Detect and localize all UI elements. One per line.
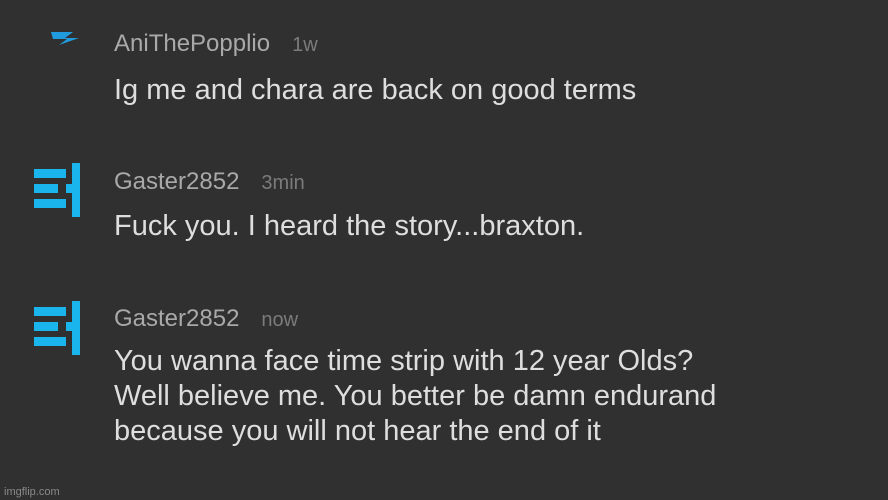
watermark: imgflip.com: [4, 486, 60, 498]
username-link[interactable]: AniThePopplio: [114, 30, 270, 57]
comment-line: Ig me and chara are back on good terms: [114, 74, 637, 106]
username-link[interactable]: Gaster2852: [114, 305, 239, 332]
comment-header: Gaster2852 3min: [114, 168, 305, 196]
username-link[interactable]: Gaster2852: [114, 168, 239, 195]
timestamp: now: [261, 309, 299, 331]
lightning-bolt-icon[interactable]: [48, 30, 82, 51]
comment-header: AniThePopplio 1w: [114, 30, 318, 58]
comment-line: Fuck you. I heard the story...braxton.: [114, 210, 585, 242]
comment-header: Gaster2852 now: [114, 305, 298, 333]
comment-text: You wanna face time strip with 12 year O…: [114, 344, 716, 449]
comment-line: because you will not hear the end of it: [114, 415, 601, 447]
comment-line: You wanna face time strip with 12 year O…: [114, 345, 694, 377]
comment-line: Well believe me. You better be damn endu…: [114, 380, 717, 412]
comment-text: Ig me and chara are back on good terms: [114, 72, 636, 108]
timestamp: 3min: [261, 172, 305, 194]
gaster-blaster-icon[interactable]: [34, 301, 82, 360]
gaster-blaster-icon[interactable]: [34, 163, 82, 222]
comment-text: Fuck you. I heard the story...braxton.: [114, 208, 584, 244]
timestamp: 1w: [292, 34, 318, 56]
